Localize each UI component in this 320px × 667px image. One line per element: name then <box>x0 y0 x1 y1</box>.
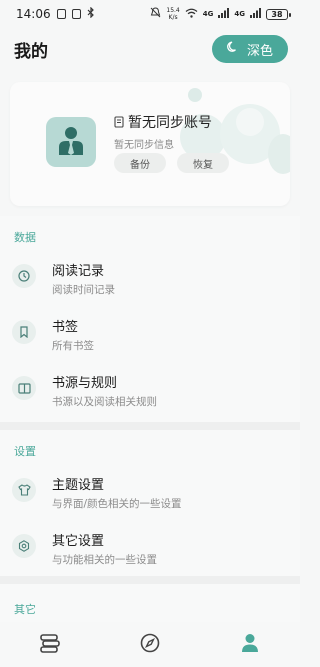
account-name-row: 暂无同步账号 <box>114 112 212 132</box>
nav-discover[interactable] <box>130 625 170 665</box>
item-title: 主题设置 <box>52 478 105 493</box>
signal-bars-icon <box>250 7 261 21</box>
item-title: 阅读记录 <box>52 264 105 279</box>
page-header: 我的 深色 <box>0 32 300 66</box>
moon-icon <box>227 41 239 57</box>
network-speed: 15.4 K/s <box>166 7 180 21</box>
decorative-circle <box>236 108 264 136</box>
compass-icon <box>140 633 160 657</box>
person-icon <box>241 633 259 657</box>
item-subtitle: 书源以及阅读相关规则 <box>52 396 157 408</box>
list-item-book-sources[interactable]: 书源与规则 书源以及阅读相关规则 <box>0 364 300 420</box>
list-item-reading-record[interactable]: 阅读记录 阅读时间记录 <box>0 252 300 308</box>
status-bar: 14:06 15.4 K/s 4G 4G 38 <box>0 0 300 28</box>
user-avatar-icon <box>58 125 84 159</box>
section-divider <box>0 576 300 584</box>
item-subtitle: 与界面/颜色相关的一些设置 <box>52 498 182 510</box>
cog-icon <box>12 534 36 558</box>
nav-bookshelf[interactable] <box>30 625 70 665</box>
backup-button[interactable]: 备份 <box>114 153 166 173</box>
bottom-navigation <box>0 622 300 667</box>
settings-section: 设置 主题设置 与界面/颜色相关的一些设置 其它设置 与功能相关的一些设置 <box>0 430 300 576</box>
account-subtitle: 暂无同步信息 <box>114 140 174 151</box>
mute-icon <box>150 7 161 21</box>
signal-4g-2: 4G <box>234 10 245 18</box>
item-subtitle: 所有书签 <box>52 340 94 352</box>
item-subtitle: 与功能相关的一些设置 <box>52 554 157 566</box>
shirt-icon <box>12 478 36 502</box>
list-item-bookmarks[interactable]: 书签 所有书签 <box>0 308 300 364</box>
avatar[interactable] <box>46 117 96 167</box>
section-divider <box>0 422 300 430</box>
account-name: 暂无同步账号 <box>128 115 212 131</box>
notification-square-icon <box>71 9 81 19</box>
other-section: 其它 <box>0 584 300 622</box>
bookmark-icon <box>12 320 36 344</box>
list-item-other-settings[interactable]: 其它设置 与功能相关的一些设置 <box>0 522 300 578</box>
wifi-icon <box>185 8 198 21</box>
section-title-other: 其它 <box>14 603 36 616</box>
battery-indicator: 38 <box>266 8 291 20</box>
section-title-settings: 设置 <box>14 445 36 458</box>
account-card[interactable]: 暂无同步账号 暂无同步信息 备份 恢复 <box>10 82 290 206</box>
signal-4g-1: 4G <box>202 10 214 18</box>
bookshelf-icon <box>39 633 61 657</box>
bluetooth-icon <box>87 6 95 21</box>
item-title: 其它设置 <box>52 534 105 549</box>
nav-profile[interactable] <box>230 625 270 665</box>
decorative-circle <box>188 88 202 102</box>
document-icon <box>114 113 124 132</box>
data-section: 数据 阅读记录 阅读时间记录 书签 所有书签 书源与规则 书源以及阅读相关规则 <box>0 216 300 422</box>
status-time: 14:06 <box>16 7 51 21</box>
notification-n-icon <box>56 9 66 19</box>
book-source-icon <box>12 376 36 400</box>
item-subtitle: 阅读时间记录 <box>52 284 115 296</box>
decorative-circle <box>268 134 290 174</box>
restore-button[interactable]: 恢复 <box>177 153 229 173</box>
item-title: 书源与规则 <box>52 376 118 391</box>
list-item-theme-settings[interactable]: 主题设置 与界面/颜色相关的一些设置 <box>0 466 300 522</box>
signal-bars-icon <box>218 7 230 21</box>
page-title: 我的 <box>14 41 48 62</box>
dark-mode-button[interactable]: 深色 <box>212 35 288 63</box>
clock-icon <box>12 264 36 288</box>
dark-mode-label: 深色 <box>246 43 273 59</box>
section-title-data: 数据 <box>14 231 36 244</box>
item-title: 书签 <box>52 320 79 335</box>
